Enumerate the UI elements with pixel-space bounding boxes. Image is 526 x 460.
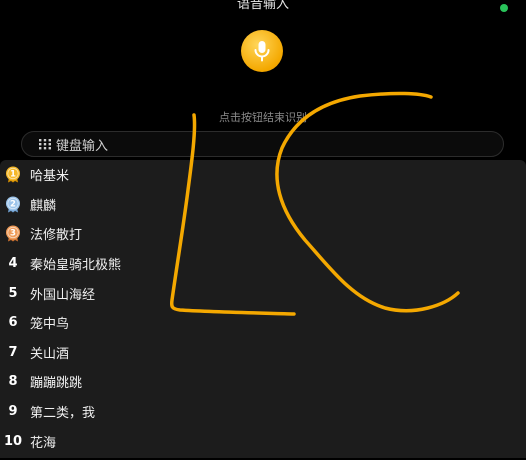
rank-number: 8 xyxy=(8,374,18,390)
list-item[interactable]: 7 关山酒 xyxy=(0,338,526,368)
keyboard-input-label: 键盘输入 xyxy=(56,138,109,154)
rank-number: 7 xyxy=(8,344,18,360)
list-item[interactable]: 9 第二类，我 xyxy=(0,397,526,427)
list-item[interactable]: 6 笼中鸟 xyxy=(0,308,526,338)
list-item-label: 第二类，我 xyxy=(30,406,96,422)
list-item-label: 秦始皇骑北极熊 xyxy=(30,258,122,274)
list-item-label: 笼中鸟 xyxy=(30,317,70,333)
list-item-label: 外国山海经 xyxy=(30,287,96,303)
list-item-label: 关山酒 xyxy=(30,346,70,362)
list-item-label: 哈基米 xyxy=(30,169,70,185)
list-item[interactable]: 5 外国山海经 xyxy=(0,278,526,308)
keyboard-grid-icon xyxy=(39,139,51,150)
rank-number: 5 xyxy=(8,285,18,301)
list-item[interactable]: 8 蹦蹦跳跳 xyxy=(0,367,526,397)
rank-number: 6 xyxy=(8,315,18,331)
svg-text:1: 1 xyxy=(10,170,16,180)
list-item-label: 花海 xyxy=(30,435,57,451)
hint-text: 点击按钮结束识别 xyxy=(219,111,307,124)
list-item[interactable]: 4 秦始皇骑北极熊 xyxy=(0,249,526,279)
silver-medal-icon: 2 xyxy=(0,196,26,213)
list-item[interactable]: 1 哈基米 xyxy=(0,160,526,190)
microphone-button[interactable] xyxy=(241,30,283,72)
keyboard-input-button[interactable]: 键盘输入 xyxy=(21,131,504,157)
microphone-icon xyxy=(254,41,270,62)
list-item[interactable]: 3 法修散打 xyxy=(0,219,526,249)
list-item[interactable]: 2 麒麟 xyxy=(0,190,526,220)
suggestion-list: 1 哈基米 2 麒麟 3 法修散打 4 秦始皇骑北极熊 5 外国山海经 6 笼中鸟 7 关山酒 8 蹦蹦跳跳 9… xyxy=(0,160,526,458)
svg-text:3: 3 xyxy=(10,229,16,239)
rank-number: 9 xyxy=(8,404,18,420)
list-item-label: 麒麟 xyxy=(30,198,57,214)
bronze-medal-icon: 3 xyxy=(0,225,26,242)
list-item-label: 法修散打 xyxy=(30,228,83,244)
list-item[interactable]: 10 花海 xyxy=(0,426,526,456)
svg-text:2: 2 xyxy=(10,199,16,209)
rank-number: 10 xyxy=(3,433,23,449)
list-item-label: 蹦蹦跳跳 xyxy=(30,376,83,392)
status-indicator xyxy=(500,4,508,12)
page-title: 语音输入 xyxy=(236,0,289,12)
gold-medal-icon: 1 xyxy=(0,166,26,183)
rank-number: 4 xyxy=(8,256,18,272)
